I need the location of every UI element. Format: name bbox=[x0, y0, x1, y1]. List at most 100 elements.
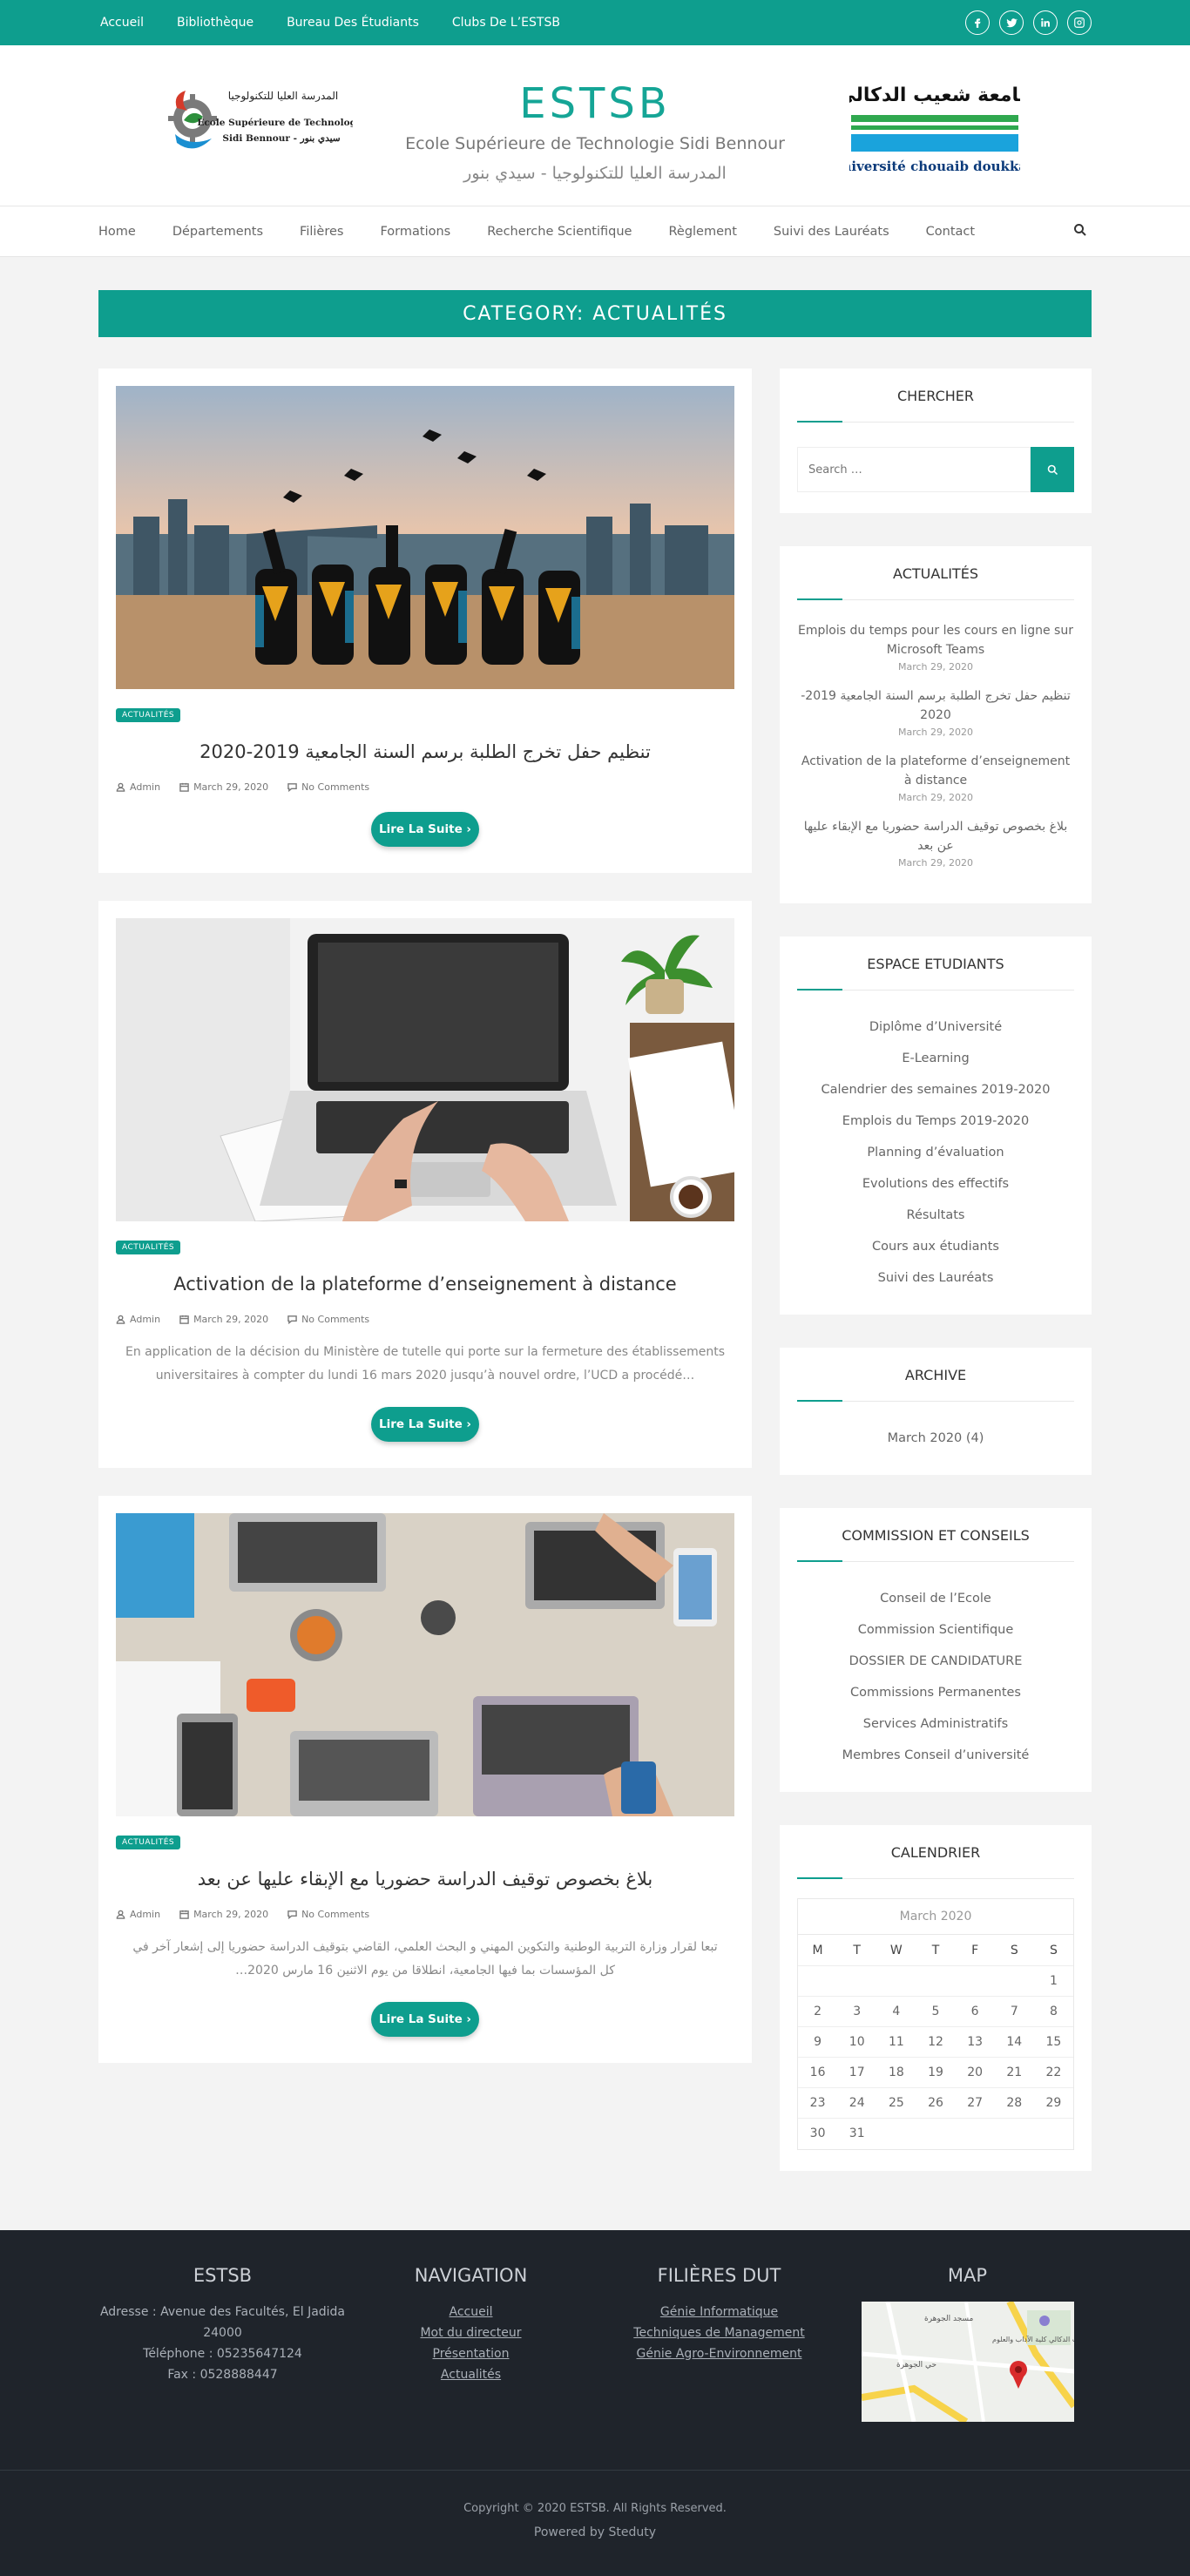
post-date[interactable]: March 29, 2020 bbox=[179, 781, 268, 793]
twitter-icon[interactable] bbox=[999, 10, 1024, 35]
nav-item-recherche[interactable]: Recherche Scientifique bbox=[487, 225, 632, 239]
powered-by-link[interactable]: Steduty bbox=[609, 2525, 657, 2539]
footer-link[interactable]: Génie Agro-Environnement bbox=[595, 2343, 843, 2364]
student-link[interactable]: Résultats bbox=[797, 1200, 1074, 1231]
calendar-day bbox=[876, 2118, 916, 2149]
post-image-laptop[interactable] bbox=[116, 918, 734, 1221]
top-links: Accueil Bibliothèque Bureau Des Étudiant… bbox=[98, 16, 560, 30]
instagram-icon[interactable] bbox=[1067, 10, 1092, 35]
footer-link[interactable]: Mot du directeur bbox=[347, 2322, 595, 2343]
students-widget: ESPACE ETUDIANTS Diplôme d’Université E-… bbox=[780, 936, 1092, 1315]
commission-link[interactable]: Commission Scientifique bbox=[797, 1614, 1074, 1646]
post-image-desk[interactable] bbox=[116, 1513, 734, 1816]
calendar-week: 16 17 18 19 20 21 22 bbox=[798, 2057, 1073, 2088]
ucd-logo[interactable]: جامعة شعيب الدكالي université chouaib do… bbox=[849, 80, 1020, 176]
student-link[interactable]: Calendrier des semaines 2019-2020 bbox=[797, 1074, 1074, 1105]
footer-link[interactable]: Génie Informatique bbox=[595, 2302, 843, 2322]
commission-widget: COMMISSION ET CONSEILS Conseil de l’Ecol… bbox=[780, 1508, 1092, 1792]
read-more-button[interactable]: Lire La Suite › bbox=[371, 812, 479, 847]
linkedin-icon[interactable] bbox=[1033, 10, 1058, 35]
archive-widget: ARCHIVE March 2020 (4) bbox=[780, 1348, 1092, 1475]
calendar-day: 24 bbox=[837, 2087, 877, 2119]
commission-link[interactable]: Membres Conseil d’université bbox=[797, 1740, 1074, 1771]
nav-item-departements[interactable]: Départements bbox=[172, 225, 263, 239]
nav-item-home[interactable]: Home bbox=[98, 225, 136, 239]
footer-link[interactable]: Présentation bbox=[347, 2343, 595, 2364]
commission-link[interactable]: DOSSIER DE CANDIDATURE bbox=[797, 1646, 1074, 1677]
news-link[interactable]: بلاغ بخصوص توقيف الدراسة حضوريا مع الإبق… bbox=[804, 820, 1067, 853]
location-map[interactable]: مسجد الجوهرة جامعة شعيب الدكالي كلية الآ… bbox=[861, 2301, 1074, 2422]
nav-item-contact[interactable]: Contact bbox=[926, 225, 975, 239]
search-icon bbox=[1047, 464, 1058, 475]
post-title[interactable]: تنظيم حفل تخرج الطلبة برسم السنة الجامعي… bbox=[116, 741, 734, 762]
calendar-week: 1 bbox=[798, 1965, 1073, 1997]
read-more-button[interactable]: Lire La Suite › bbox=[371, 1407, 479, 1442]
search-form bbox=[797, 447, 1074, 492]
calendar-day: 13 bbox=[955, 2026, 995, 2058]
news-link[interactable]: تنظيم حفل تخرج الطلبة برسم السنة الجامعي… bbox=[801, 689, 1071, 722]
widget-title: ARCHIVE bbox=[797, 1367, 1074, 1402]
students-links: Diplôme d’Université E-Learning Calendri… bbox=[797, 1011, 1074, 1294]
post-category-badge[interactable]: ACTUALITÉS bbox=[116, 1836, 181, 1849]
top-link-accueil[interactable]: Accueil bbox=[100, 16, 144, 30]
post-title[interactable]: Activation de la plateforme d’enseigneme… bbox=[116, 1274, 734, 1295]
search-submit-button[interactable] bbox=[1031, 447, 1074, 492]
nav-item-suivi-laureats[interactable]: Suivi des Lauréats bbox=[774, 225, 889, 239]
calendar-day-header: M bbox=[798, 1934, 838, 1966]
footer-heading: ESTSB bbox=[193, 2264, 253, 2286]
calendar-icon bbox=[179, 1315, 189, 1324]
search-input[interactable] bbox=[797, 447, 1031, 492]
student-link[interactable]: Emplois du Temps 2019-2020 bbox=[797, 1105, 1074, 1137]
news-link[interactable]: Emplois du temps pour les cours en ligne… bbox=[798, 624, 1073, 657]
footer-phone: Téléphone : 05235647124 bbox=[143, 2346, 302, 2361]
facebook-icon[interactable] bbox=[965, 10, 990, 35]
post-author[interactable]: Admin bbox=[116, 781, 160, 793]
post-title[interactable]: بلاغ بخصوص توقيف الدراسة حضوريا مع الإبق… bbox=[116, 1869, 734, 1890]
footer-link[interactable]: Actualités bbox=[347, 2364, 595, 2385]
student-link[interactable]: Evolutions des effectifs bbox=[797, 1168, 1074, 1200]
social-links bbox=[965, 10, 1092, 35]
list-item: Activation de la plateforme d’enseigneme… bbox=[797, 752, 1074, 803]
copyright-text: Copyright © 2020 ESTSB. All Rights Reser… bbox=[463, 2501, 727, 2515]
nav-item-formations[interactable]: Formations bbox=[380, 225, 450, 239]
top-link-bureau-etudiants[interactable]: Bureau Des Étudiants bbox=[287, 16, 419, 30]
student-link[interactable]: E-Learning bbox=[797, 1043, 1074, 1074]
list-item: تنظيم حفل تخرج الطلبة برسم السنة الجامعي… bbox=[797, 686, 1074, 738]
footer-heading: FILIÈRES DUT bbox=[657, 2264, 781, 2286]
post-date[interactable]: March 29, 2020 bbox=[179, 1314, 268, 1325]
commission-links: Conseil de l’Ecole Commission Scientifiq… bbox=[797, 1583, 1074, 1771]
search-icon[interactable] bbox=[1072, 222, 1088, 238]
archive-link[interactable]: March 2020 (4) bbox=[797, 1423, 1074, 1454]
post-comments[interactable]: No Comments bbox=[287, 1909, 369, 1920]
student-link[interactable]: Planning d’évaluation bbox=[797, 1137, 1074, 1168]
nav-item-reglement[interactable]: Règlement bbox=[668, 225, 736, 239]
post-author[interactable]: Admin bbox=[116, 1909, 160, 1920]
commission-link[interactable]: Services Administratifs bbox=[797, 1708, 1074, 1740]
calendar-day: 30 bbox=[798, 2118, 838, 2149]
top-link-clubs[interactable]: Clubs De L’ESTSB bbox=[452, 16, 560, 30]
map-label-mosque: مسجد الجوهرة bbox=[924, 2315, 974, 2323]
post-comments[interactable]: No Comments bbox=[287, 1314, 369, 1325]
commission-link[interactable]: Conseil de l’Ecole bbox=[797, 1583, 1074, 1614]
commission-link[interactable]: Commissions Permanentes bbox=[797, 1677, 1074, 1708]
widget-title: CHERCHER bbox=[797, 388, 1074, 423]
nav-item-filieres[interactable]: Filières bbox=[300, 225, 343, 239]
post-category-badge[interactable]: ACTUALITÉS bbox=[116, 708, 181, 722]
calendar-day bbox=[837, 1965, 877, 1997]
footer-link[interactable]: Techniques de Management bbox=[595, 2322, 843, 2343]
news-link[interactable]: Activation de la plateforme d’enseigneme… bbox=[801, 754, 1070, 788]
student-link[interactable]: Cours aux étudiants bbox=[797, 1231, 1074, 1262]
student-link[interactable]: Diplôme d’Université bbox=[797, 1011, 1074, 1043]
list-item: Emplois du temps pour les cours en ligne… bbox=[797, 621, 1074, 673]
footer-link[interactable]: Accueil bbox=[347, 2302, 595, 2322]
post-image-graduation[interactable] bbox=[116, 386, 734, 689]
post-author[interactable]: Admin bbox=[116, 1314, 160, 1325]
student-link[interactable]: Suivi des Lauréats bbox=[797, 1262, 1074, 1294]
post-category-badge[interactable]: ACTUALITÉS bbox=[116, 1241, 181, 1254]
post-date[interactable]: March 29, 2020 bbox=[179, 1909, 268, 1920]
top-link-bibliotheque[interactable]: Bibliothèque bbox=[177, 16, 254, 30]
read-more-button[interactable]: Lire La Suite › bbox=[371, 2002, 479, 2037]
post-comments[interactable]: No Comments bbox=[287, 781, 369, 793]
calendar-week: 9 10 11 12 13 14 15 bbox=[798, 2026, 1073, 2058]
calendar-day: 26 bbox=[916, 2087, 956, 2119]
